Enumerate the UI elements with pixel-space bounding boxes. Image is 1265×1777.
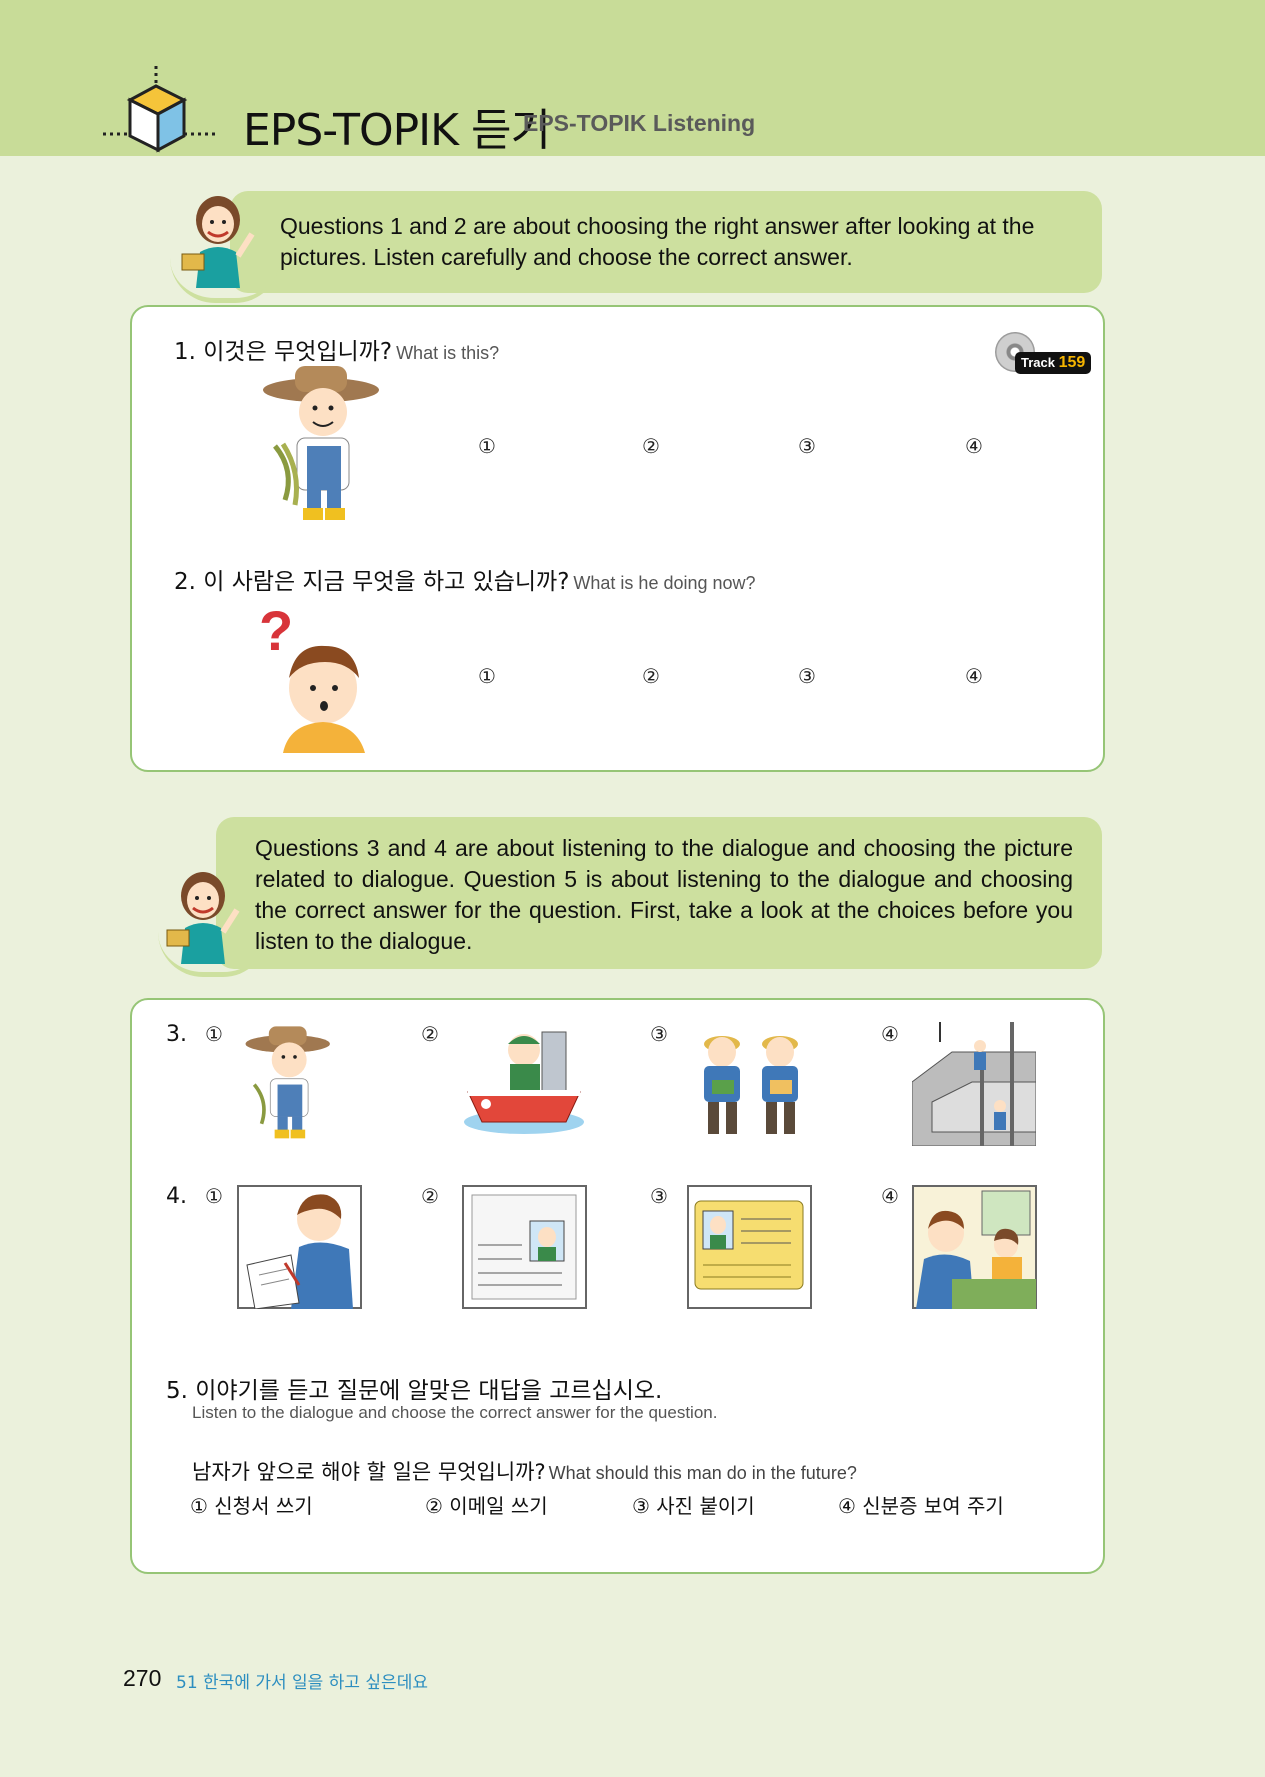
question-5-sub-ko: 남자가 앞으로 해야 할 일은 무엇입니까? [192,1460,546,1484]
svg-text:?: ? [259,599,293,662]
track-label: Track 159 [1015,352,1092,374]
q3-option-2[interactable]: ② [421,1022,439,1046]
page-title: EPS-TOPIK 듣기 [243,105,551,156]
q2-option-2[interactable]: ② [642,664,660,688]
question-5-en: Listen to the dialogue and choose the co… [192,1403,718,1422]
q3-workers-picture[interactable] [686,1022,816,1142]
q5-answer-1[interactable]: ① 신청서 쓰기 [190,1490,313,1519]
q5-answer-2[interactable]: ② 이메일 쓰기 [425,1490,548,1519]
q2-option-1[interactable]: ① [478,664,496,688]
confused-man-illustration: ? [259,599,365,753]
q3-construction-site-picture[interactable] [912,1022,1036,1146]
page-subtitle: EPS-TOPIK Listening [523,110,756,136]
q3-farmer-picture[interactable] [232,1022,342,1142]
q4-id-card-picture[interactable] [687,1185,812,1309]
q3-fishing-boat-picture[interactable] [462,1022,587,1142]
q4-office-counter-picture[interactable] [912,1185,1037,1309]
q1-option-1[interactable]: ① [478,434,496,458]
cube-icon [103,66,215,153]
q4-option-3[interactable]: ③ [650,1184,668,1208]
page-number: 270 [123,1665,162,1691]
q5-answer-3[interactable]: ③ 사진 붙이기 [632,1490,755,1519]
q2-option-4[interactable]: ④ [965,664,983,688]
q2-option-3[interactable]: ③ [798,664,816,688]
q4-option-1[interactable]: ① [205,1184,223,1208]
q4-writing-form-picture[interactable] [237,1185,362,1309]
q4-option-4[interactable]: ④ [881,1184,899,1208]
q4-option-2[interactable]: ② [421,1184,439,1208]
question-5-sub: 남자가 앞으로 해야 할 일은 무엇입니까? What should this m… [192,1456,857,1486]
instruction-bubble-2: Questions 3 and 4 are about listening to… [216,817,1102,969]
teacher-illustration [166,872,240,964]
question-2-ko: 2. 이 사람은 지금 무엇을 하고 있습니까? [174,569,570,595]
instruction-text-2: Questions 3 and 4 are about listening to… [255,835,1073,954]
question-2-en: What is he doing now? [573,573,756,593]
question-1-en: What is this? [396,343,500,363]
track-number: 159 [1058,354,1086,371]
q5-answer-4[interactable]: ④ 신분증 보여 주기 [838,1490,1004,1519]
question-4-number: 4. [166,1184,187,1209]
q1-option-3[interactable]: ③ [798,434,816,458]
chapter-title: 51 한국에 가서 일을 하고 싶은데요 [176,1673,428,1693]
question-3-number: 3. [166,1022,187,1047]
q3-option-1[interactable]: ① [205,1022,223,1046]
instruction-bubble-1: Questions 1 and 2 are about choosing the… [230,191,1102,293]
audio-track-badge[interactable]: Track 159 [993,330,1092,380]
q1-option-4[interactable]: ④ [965,434,983,458]
question-5-sub-en: What should this man do in the future? [548,1463,857,1483]
question-5: 5. 이야기를 듣고 질문에 알맞은 대답을 고르십시오. [166,1378,663,1404]
farmer-illustration [263,366,379,520]
q3-option-4[interactable]: ④ [881,1022,899,1046]
question-2: 2. 이 사람은 지금 무엇을 하고 있습니까? What is he doing… [174,562,756,596]
track-prefix: Track [1021,355,1055,370]
teacher-illustration [181,196,255,288]
instruction-text-1: Questions 1 and 2 are about choosing the… [280,213,1035,270]
q3-option-3[interactable]: ③ [650,1022,668,1046]
q4-receipt-card-picture[interactable] [462,1185,587,1309]
q1-option-2[interactable]: ② [642,434,660,458]
